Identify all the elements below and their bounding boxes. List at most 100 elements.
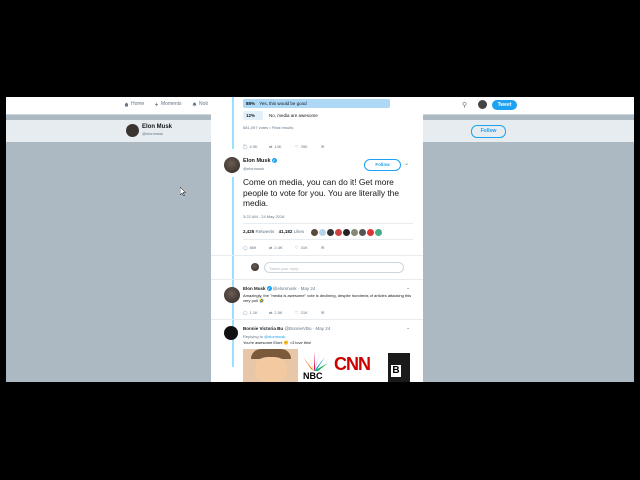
reply-actions: ◯ 1.1K ⇄ 2.5K ♡ 21K ✉ — [243, 310, 347, 315]
poll-action-row: ◯ 4.9K ⇄ 14K ♡ 39K ✉ — [243, 144, 347, 149]
reply-input[interactable]: Tweet your reply — [264, 262, 404, 273]
nav-notifications-label: Noti — [199, 101, 208, 107]
retweet-count: 2.5K — [274, 310, 283, 315]
reply-text: You're awesome Elon! ✊ <3 love this! — [243, 340, 312, 345]
poll-option-1-pct: 88% — [246, 101, 256, 106]
thread-line — [232, 97, 234, 149]
media-image[interactable]: NBC CNN B — [243, 349, 410, 382]
avatar[interactable] — [478, 100, 487, 109]
bbc-logo-text: B — [391, 365, 401, 377]
author-handle: @elonmusk — [243, 166, 265, 171]
like-count: 39K — [300, 144, 308, 149]
retweets-count[interactable]: 2,425 — [243, 229, 254, 234]
verified-icon: ✓ — [266, 286, 272, 292]
likers-avatars — [311, 229, 382, 236]
chevron-down-icon[interactable]: ⌄ — [404, 160, 409, 167]
nav-moments[interactable]: Moments — [154, 101, 182, 107]
poll-option-2: 12% — [243, 111, 263, 120]
tweet-timestamp[interactable]: 3:22 AM - 24 May 2018 — [243, 214, 284, 219]
replying-to: Replying to @elonmusk — [243, 334, 285, 339]
avatar[interactable] — [343, 229, 350, 236]
avatar[interactable] — [311, 229, 318, 236]
profile-name: Elon Musk — [142, 124, 173, 130]
reply-author[interactable]: Elon Musk ✓ @elonmusk · May 24 — [243, 286, 316, 292]
likes-count[interactable]: 41,182 — [279, 229, 293, 234]
retweet-icon: ⇄ — [269, 245, 273, 250]
dm-button[interactable]: ✉ — [321, 144, 347, 149]
like-button[interactable]: ♡ 39K — [295, 144, 321, 149]
avatar[interactable] — [367, 229, 374, 236]
mouse-cursor-icon — [180, 187, 186, 196]
divider — [243, 223, 413, 224]
retweet-button[interactable]: ⇄ 2.4K — [269, 245, 295, 250]
avatar[interactable] — [359, 229, 366, 236]
follow-button[interactable]: Follow — [364, 159, 401, 171]
like-count: 21K — [300, 310, 308, 315]
poll-option-1: 88% Yes, this would be good — [243, 99, 390, 108]
avatar[interactable] — [224, 157, 240, 173]
nbc-logo-text: NBC — [303, 371, 323, 381]
chevron-down-icon[interactable]: ⌄ — [406, 325, 410, 331]
divider — [243, 239, 413, 240]
author-handle: @elonmusk · May 24 — [272, 286, 316, 291]
face-photo — [243, 349, 298, 382]
reply-button[interactable]: ◯ 1.1K — [243, 310, 269, 315]
poll-option-2-label: No, media are awesome — [269, 113, 318, 118]
nav-home[interactable]: Home — [124, 101, 144, 107]
retweet-icon: ⇄ — [269, 310, 273, 315]
like-count: 41K — [300, 245, 308, 250]
verified-icon: ✓ — [271, 158, 277, 164]
reply-button[interactable]: ◯ 4.9K — [243, 144, 269, 149]
reply-button[interactable]: ◯ 869 — [243, 245, 269, 250]
nav-notifications[interactable]: Noti — [192, 101, 208, 107]
avatar[interactable] — [327, 229, 334, 236]
avatar[interactable] — [224, 326, 238, 340]
avatar[interactable] — [319, 229, 326, 236]
tweet-stats: 2,425 Retweets 41,182 Likes — [243, 229, 304, 234]
reply-count: 869 — [249, 245, 257, 250]
face-shape — [255, 357, 287, 382]
author-name: Elon Musk — [243, 158, 271, 164]
comment-icon: ◯ — [243, 245, 248, 250]
tweet-author[interactable]: Elon Musk ✓ — [243, 158, 277, 164]
close-icon[interactable]: × — [625, 100, 631, 111]
envelope-icon: ✉ — [321, 144, 325, 149]
avatar[interactable] — [335, 229, 342, 236]
like-button[interactable]: ♡ 21K — [295, 310, 321, 315]
replying-handle-link[interactable]: @elonmusk — [264, 334, 285, 339]
avatar[interactable] — [351, 229, 358, 236]
poll-votes: 681,097 votes • Final results — [243, 125, 294, 130]
dm-button[interactable]: ✉ — [321, 310, 347, 315]
search-icon[interactable]: ⚲ — [462, 101, 467, 109]
retweet-button[interactable]: ⇄ 2.5K — [269, 310, 295, 315]
retweet-button[interactable]: ⇄ 14K — [269, 144, 295, 149]
tweet-text: Come on media, you can do it! Get more p… — [243, 177, 399, 208]
author-handle: @BonnieVBu · May 24 — [284, 326, 331, 331]
reply-count: 4.9K — [249, 144, 258, 149]
retweets-label: Retweets — [255, 229, 275, 234]
avatar — [251, 263, 259, 271]
poll-option-1-label: Yes, this would be good — [259, 101, 307, 106]
divider — [211, 319, 423, 320]
avatar — [126, 124, 139, 137]
author-name: Elon Musk — [243, 286, 266, 291]
reply-author[interactable]: Bonnie Victoria Bu @BonnieVBu · May 24 — [243, 326, 330, 331]
tweet-button[interactable]: Tweet — [492, 100, 517, 110]
comment-icon: ◯ — [243, 310, 248, 315]
main-tweet-actions: ◯ 869 ⇄ 2.4K ♡ 41K ✉ — [243, 245, 347, 250]
avatar[interactable] — [224, 287, 240, 303]
nav-moments-label: Moments — [161, 101, 182, 107]
likes-label: Likes — [293, 229, 305, 234]
avatar[interactable] — [375, 229, 382, 236]
envelope-icon: ✉ — [321, 310, 325, 315]
comment-icon: ◯ — [243, 144, 248, 149]
like-button[interactable]: ♡ 41K — [295, 245, 321, 250]
nav-home-label: Home — [131, 101, 145, 107]
home-icon — [124, 102, 129, 106]
replying-prefix: Replying to — [243, 334, 264, 339]
chevron-down-icon[interactable]: ⌄ — [406, 285, 410, 291]
divider — [211, 255, 423, 256]
lightning-icon — [155, 101, 158, 107]
follow-button[interactable]: Follow — [471, 125, 506, 138]
dm-button[interactable]: ✉ — [321, 245, 347, 250]
